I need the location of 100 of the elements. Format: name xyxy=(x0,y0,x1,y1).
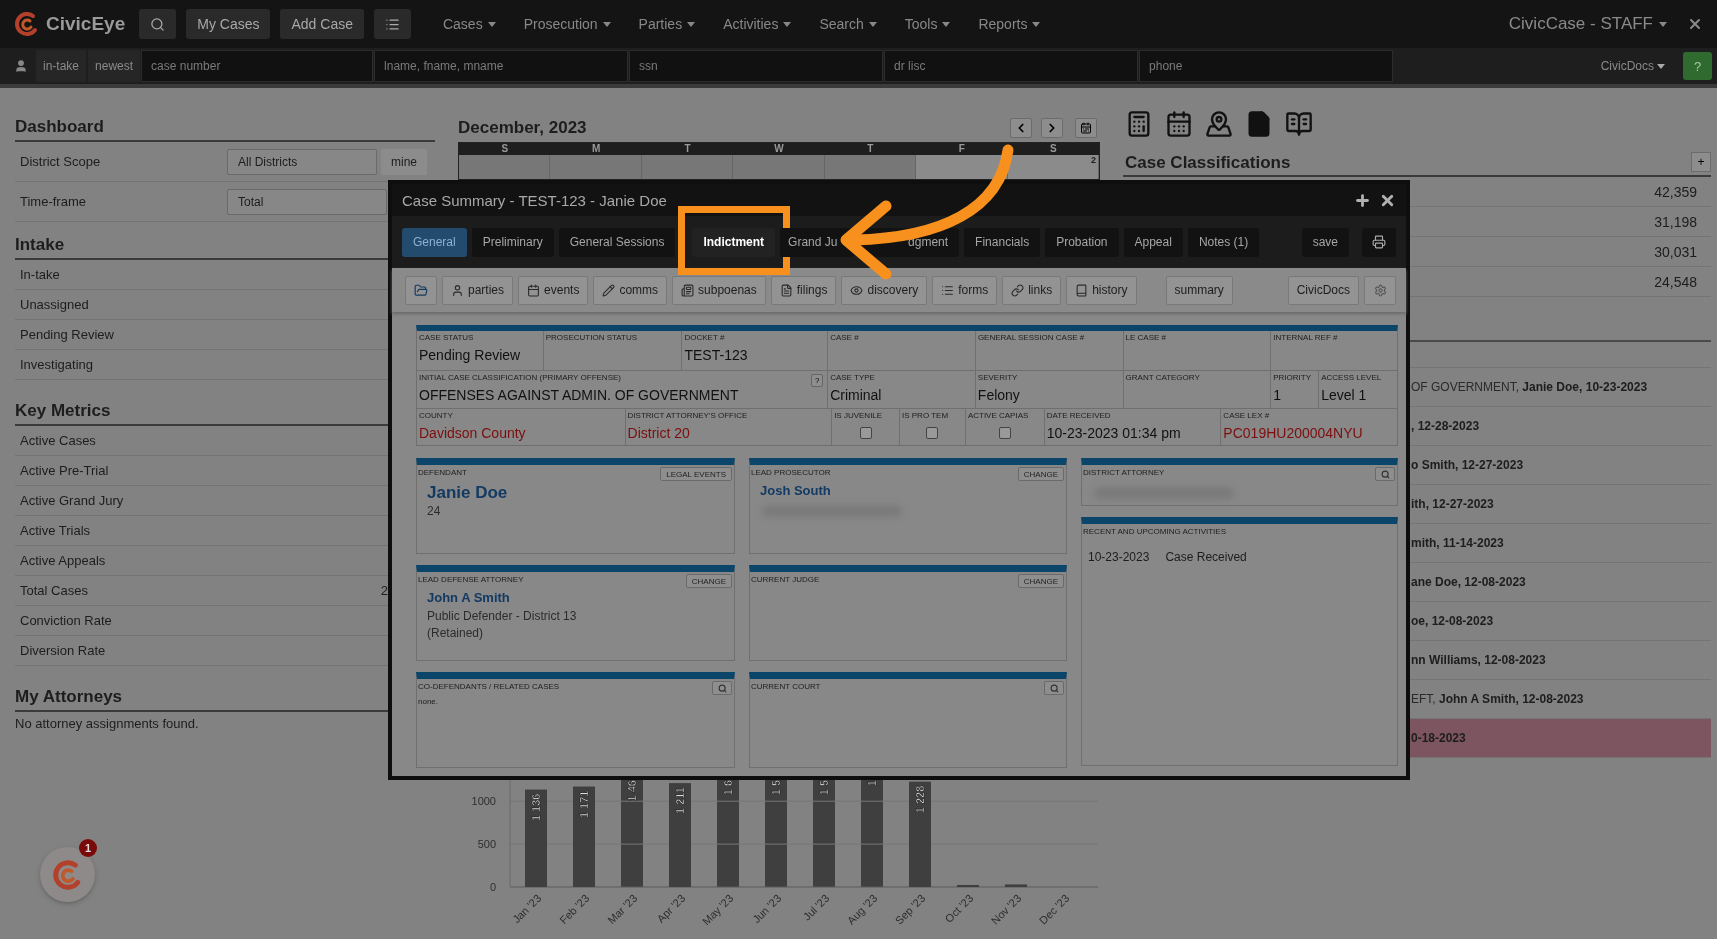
search-button[interactable] xyxy=(1044,681,1064,695)
field-label: CASE TYPE xyxy=(830,372,875,383)
nav-menu[interactable]: Parties xyxy=(624,4,710,44)
checkbox[interactable] xyxy=(859,427,872,439)
tab[interactable]: Financials xyxy=(964,227,1041,257)
day-cell[interactable] xyxy=(641,155,734,179)
summary-button[interactable]: summary xyxy=(1165,275,1233,305)
search-field[interactable]: ssn xyxy=(629,50,884,82)
metric-label: Active Pre-Trial xyxy=(20,463,109,478)
day-cell[interactable] xyxy=(459,155,551,179)
tab[interactable]: Grand Ju xyxy=(780,227,855,257)
toolbar-button[interactable]: forms xyxy=(932,275,998,305)
search-button[interactable] xyxy=(139,9,177,39)
nav-menu[interactable]: Reports xyxy=(964,4,1055,44)
checkbox[interactable] xyxy=(926,427,939,439)
mine-button[interactable]: mine xyxy=(381,148,427,175)
toolbar-button[interactable]: subpoenas xyxy=(672,275,766,305)
help-button[interactable]: ? xyxy=(811,374,824,387)
tab[interactable]: Notes (1) xyxy=(1187,227,1260,257)
nav-menu[interactable]: Prosecution xyxy=(509,4,625,44)
tab[interactable]: Probation xyxy=(1045,227,1119,257)
day-cell[interactable] xyxy=(824,155,917,179)
search-icon xyxy=(1049,683,1059,693)
filter-button[interactable]: in-take xyxy=(36,50,87,82)
person-name[interactable]: John A Smith xyxy=(427,590,734,605)
weekday-header: M xyxy=(550,143,642,155)
tab[interactable]: Indictment xyxy=(692,227,776,257)
list-button[interactable] xyxy=(373,9,411,39)
day-cell[interactable] xyxy=(916,155,1008,179)
nav-menu[interactable]: Cases xyxy=(428,4,510,44)
toolbar-button[interactable]: history xyxy=(1066,275,1137,305)
book-icon[interactable] xyxy=(1285,110,1313,138)
nav-menu[interactable]: Tools xyxy=(890,4,965,44)
nav-button[interactable]: Add Case xyxy=(280,9,364,39)
prev-button[interactable] xyxy=(1010,118,1032,138)
search-field[interactable]: dr lisc xyxy=(884,50,1139,82)
next-button[interactable] xyxy=(1041,118,1063,138)
toolbar-button[interactable]: discovery xyxy=(841,275,928,305)
docs-button[interactable]: CivicDocs xyxy=(1287,275,1359,305)
calendar-view-button[interactable] xyxy=(1075,118,1097,138)
axis-label: Jul '23 xyxy=(800,891,832,923)
field-label: GENERAL SESSION CASE # xyxy=(977,332,1085,343)
nav-button[interactable]: My Cases xyxy=(186,9,271,39)
card-action-button[interactable]: CHANGE xyxy=(1017,467,1064,481)
nav-menu[interactable]: Activities xyxy=(709,4,806,44)
card-action-button[interactable]: LEGAL EVENTS xyxy=(660,467,732,481)
save-button[interactable]: save xyxy=(1301,227,1349,257)
close-icon[interactable] xyxy=(1687,16,1703,32)
card-action-button[interactable]: CHANGE xyxy=(685,574,732,588)
nav-menu[interactable]: Search xyxy=(805,4,891,44)
toolbar-button[interactable]: filings xyxy=(770,275,837,305)
person-name[interactable]: Josh South xyxy=(760,483,1066,498)
card-action-button[interactable]: CHANGE xyxy=(1017,574,1064,588)
tab[interactable]: Appeal xyxy=(1123,227,1183,257)
toolbar-button[interactable]: events xyxy=(518,275,589,305)
help-button[interactable]: ? xyxy=(1683,52,1712,80)
field-value: TEST-123 xyxy=(684,347,749,363)
caret-icon xyxy=(1657,63,1665,69)
field-label: ACCESS LEVEL xyxy=(1321,372,1382,383)
account-menu[interactable]: CivicCase - STAFF xyxy=(1502,13,1673,35)
field-label: GRANT CATEGORY xyxy=(1125,372,1200,383)
toolbar-button[interactable]: comms xyxy=(593,275,668,305)
select-field[interactable]: All Districts xyxy=(227,148,377,175)
weekday-header: T xyxy=(824,143,917,155)
toolbar-button[interactable]: parties xyxy=(442,275,514,305)
map-icon[interactable] xyxy=(1205,110,1233,138)
toolbar-button[interactable]: links xyxy=(1002,275,1062,305)
day-cell[interactable] xyxy=(550,155,642,179)
field-value: Criminal xyxy=(830,387,883,403)
docs-menu[interactable]: CivicDocs xyxy=(1594,58,1671,74)
calendar-icon[interactable] xyxy=(1165,110,1193,138)
day-cell[interactable]: 2 xyxy=(1007,155,1099,179)
metric-label: Active Grand Jury xyxy=(20,493,124,508)
person-name[interactable]: Janie Doe xyxy=(427,483,734,503)
axis-label: Jun '23 xyxy=(750,891,784,926)
add-button[interactable]: + xyxy=(1691,152,1711,172)
weekday-header: S xyxy=(1007,143,1099,155)
field-value: District 20 xyxy=(627,425,691,441)
tab[interactable]: Preliminary xyxy=(471,227,554,257)
settings-icon xyxy=(1373,283,1387,297)
day-cell[interactable] xyxy=(733,155,825,179)
select-field[interactable]: Total xyxy=(227,188,387,215)
search-field[interactable]: phone xyxy=(1139,50,1394,82)
tab[interactable]: General Sessions xyxy=(558,227,676,257)
search-button[interactable] xyxy=(712,681,732,695)
activity-name: Case Received xyxy=(1165,550,1247,564)
settings-button[interactable] xyxy=(1364,275,1396,305)
search-field[interactable]: lname, fname, mname xyxy=(374,50,629,82)
newspaper-icon xyxy=(681,283,695,297)
card-title: CO-DEFENDANTS / RELATED CASES xyxy=(418,681,560,692)
print-button[interactable] xyxy=(1362,227,1396,257)
filter-label: District Scope xyxy=(20,154,102,169)
folder-button[interactable] xyxy=(405,275,437,305)
field-label: DATE RECEIVED xyxy=(1046,410,1111,421)
tab[interactable]: General xyxy=(402,227,467,257)
checkbox[interactable] xyxy=(998,427,1011,439)
plus-icon[interactable] xyxy=(1354,191,1371,209)
search-field[interactable]: case number xyxy=(141,50,374,82)
filter-button[interactable]: newest xyxy=(88,50,141,82)
search-button[interactable] xyxy=(1375,467,1395,481)
